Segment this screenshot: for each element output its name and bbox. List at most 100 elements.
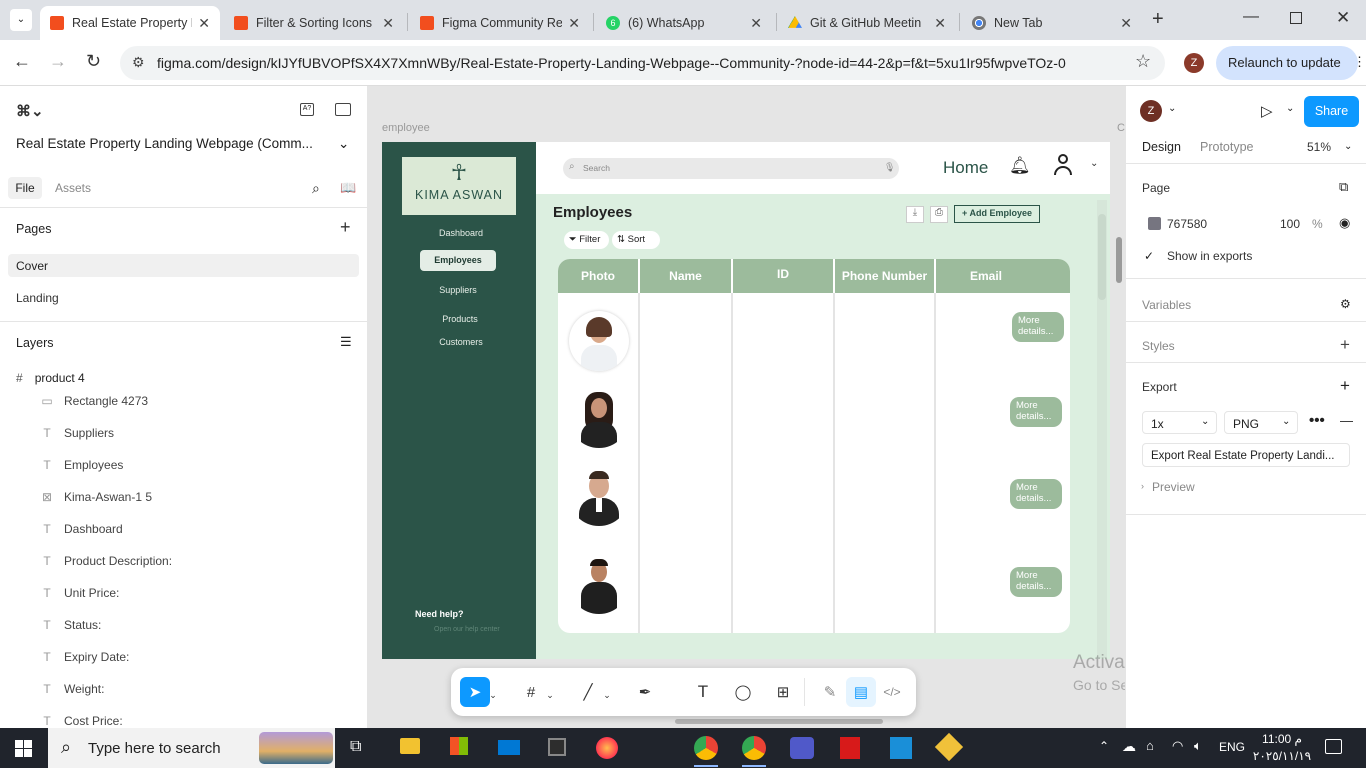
nav-products[interactable]: Products xyxy=(382,314,536,324)
taskbar-search-box[interactable]: ⌕ Type here to search xyxy=(48,728,335,768)
layer-item[interactable]: ⊠ Kima-Aswan-1 5 xyxy=(40,490,152,504)
share-button[interactable]: Share xyxy=(1304,96,1359,127)
preview-label[interactable]: Preview xyxy=(1152,480,1195,494)
layers-menu-icon[interactable]: ☰ xyxy=(340,334,352,350)
tab-prototype[interactable]: Prototype xyxy=(1200,140,1254,154)
user-icon[interactable] xyxy=(1052,154,1074,178)
mail-icon[interactable] xyxy=(498,740,520,755)
layer-item[interactable]: T Weight: xyxy=(40,682,104,696)
git-icon[interactable] xyxy=(934,732,964,762)
canvas-vertical-scrollbar[interactable] xyxy=(1116,237,1122,283)
add-page-icon[interactable]: + xyxy=(340,217,351,238)
close-icon[interactable]: ✕ xyxy=(198,15,210,32)
chevron-down-icon[interactable]: ⌄ xyxy=(544,680,556,710)
layer-item[interactable]: T Employees xyxy=(40,458,123,472)
tab-filter-sorting[interactable]: Filter & Sorting Icons ✕ xyxy=(224,6,404,40)
filter-button[interactable]: ⏷ Filter xyxy=(564,231,609,249)
firefox-icon[interactable] xyxy=(596,737,618,759)
task-view-icon[interactable]: ⧉ xyxy=(350,738,361,756)
layer-item[interactable]: ▭ Rectangle 4273 xyxy=(40,394,148,408)
page-opacity[interactable]: 100 xyxy=(1280,217,1300,231)
url-bar[interactable]: ⚙ figma.com/design/kIJYfUBVOPfSX4X7XmnWB… xyxy=(120,46,1165,80)
close-icon[interactable]: ✕ xyxy=(568,15,580,32)
canvas-horizontal-scrollbar[interactable] xyxy=(675,719,883,724)
notification-icon[interactable] xyxy=(1325,739,1342,754)
variables-icon[interactable]: ⚙ xyxy=(1340,297,1351,311)
tab-git-github[interactable]: Git & GitHub Meetin ✕ xyxy=(778,6,956,40)
layer-item[interactable]: T Suppliers xyxy=(40,426,114,440)
layer-item[interactable]: T Product Description: xyxy=(40,554,172,568)
design-scrollbar[interactable] xyxy=(1097,200,1107,658)
page-item-cover[interactable]: Cover xyxy=(8,254,359,277)
back-button[interactable]: ← xyxy=(13,51,31,72)
language-indicator[interactable]: ENG xyxy=(1219,740,1245,754)
add-style-icon[interactable]: + xyxy=(1340,335,1350,355)
help-link[interactable]: Open our help center xyxy=(434,626,500,633)
add-employee-button[interactable]: + Add Employee xyxy=(954,205,1040,223)
cloud-icon[interactable]: ☁ xyxy=(1122,738,1136,755)
teams-icon[interactable] xyxy=(790,737,814,759)
close-icon[interactable]: ✕ xyxy=(1120,15,1132,32)
tab-design[interactable]: Design xyxy=(1142,140,1181,154)
more-details-button[interactable]: More details... xyxy=(1010,567,1062,597)
chevron-down-icon[interactable]: ⌄ xyxy=(601,680,613,710)
site-info-icon[interactable]: ⚙ xyxy=(132,54,145,71)
print-icon[interactable]: ⎙ xyxy=(930,206,948,223)
employee-frame[interactable]: ☥ KIMA ASWAN Dashboard Employees Supplie… xyxy=(382,142,1110,659)
bell-icon[interactable]: 🔔︎ xyxy=(1009,156,1031,176)
acrobat-icon[interactable] xyxy=(840,737,860,759)
actions-icon[interactable]: ⊞ xyxy=(768,677,798,707)
clock-date[interactable]: ٢٠٢٥/١١/١٩ xyxy=(1252,749,1312,763)
maximize-button[interactable] xyxy=(1290,12,1302,24)
sort-button[interactable]: ⇅ Sort xyxy=(612,231,660,249)
frame-label[interactable]: employee xyxy=(382,122,430,134)
chevron-right-icon[interactable]: › xyxy=(1141,481,1144,491)
add-export-icon[interactable]: + xyxy=(1340,376,1350,396)
dev-mode-icon[interactable]: </> xyxy=(877,677,907,707)
tab-assets[interactable]: Assets xyxy=(55,181,91,195)
tab-new-tab[interactable]: New Tab ✕ xyxy=(962,6,1142,40)
page-settings-icon[interactable]: ⧉ xyxy=(1339,179,1348,195)
page-color-swatch[interactable] xyxy=(1148,217,1161,230)
close-icon[interactable]: ✕ xyxy=(750,15,762,32)
text-tool-icon[interactable]: T xyxy=(688,677,718,707)
move-tool-icon[interactable]: ➤ xyxy=(460,677,490,707)
sidebar-toggle-icon[interactable] xyxy=(335,103,351,116)
eye-icon[interactable]: ◉ xyxy=(1339,215,1350,231)
chevron-down-icon[interactable]: ⌄ xyxy=(1090,158,1098,169)
export-scale-select[interactable]: 1x ⌄ xyxy=(1142,411,1217,434)
bookmark-star-icon[interactable]: ☆ xyxy=(1135,51,1151,72)
pen-tool-icon[interactable]: ✒ xyxy=(630,677,660,707)
more-details-button[interactable]: More details... xyxy=(1010,397,1062,427)
library-icon[interactable]: 📖 xyxy=(340,180,356,196)
close-window-button[interactable]: ✕ xyxy=(1336,8,1350,28)
more-details-button[interactable]: More details... xyxy=(1012,312,1064,342)
tab-search-button[interactable]: ⌄ xyxy=(10,9,32,31)
nav-suppliers[interactable]: Suppliers xyxy=(382,285,536,295)
layer-item[interactable]: T Expiry Date: xyxy=(40,650,129,664)
variables-label[interactable]: Variables xyxy=(1142,298,1191,312)
layer-item[interactable]: T Status: xyxy=(40,618,101,632)
nav-dashboard[interactable]: Dashboard xyxy=(382,228,536,238)
network-icon[interactable]: ⌂ xyxy=(1146,738,1154,753)
export-format-select[interactable]: PNG ⌄ xyxy=(1224,411,1298,434)
draw-mode-icon[interactable]: ✎ xyxy=(815,677,845,707)
line-tool-icon[interactable]: ╱ xyxy=(573,677,603,707)
chevron-down-icon[interactable]: ⌄ xyxy=(1168,103,1176,114)
layer-item[interactable]: T Cost Price: xyxy=(40,714,122,728)
comment-tool-icon[interactable]: ◯ xyxy=(728,677,758,707)
figma-menu-icon[interactable]: ⌘⌄ xyxy=(16,102,44,120)
tab-whatsapp[interactable]: 6 (6) WhatsApp ✕ xyxy=(596,6,772,40)
user-avatar[interactable]: Z xyxy=(1140,100,1162,122)
chevron-down-icon[interactable]: ⌄ xyxy=(487,680,499,710)
layer-root[interactable]: # product 4 xyxy=(16,371,85,385)
windows-start-icon[interactable] xyxy=(15,740,32,757)
nav-employees[interactable]: Employees xyxy=(420,250,496,271)
photos-icon[interactable] xyxy=(890,737,912,759)
export-more-icon[interactable]: ••• xyxy=(1309,412,1325,429)
chrome-icon[interactable] xyxy=(742,736,766,760)
close-icon[interactable]: ✕ xyxy=(382,15,394,32)
chrome-icon[interactable] xyxy=(694,736,718,760)
remove-export-icon[interactable]: — xyxy=(1340,413,1353,428)
file-title[interactable]: Real Estate Property Landing Webpage (Co… xyxy=(16,136,356,151)
